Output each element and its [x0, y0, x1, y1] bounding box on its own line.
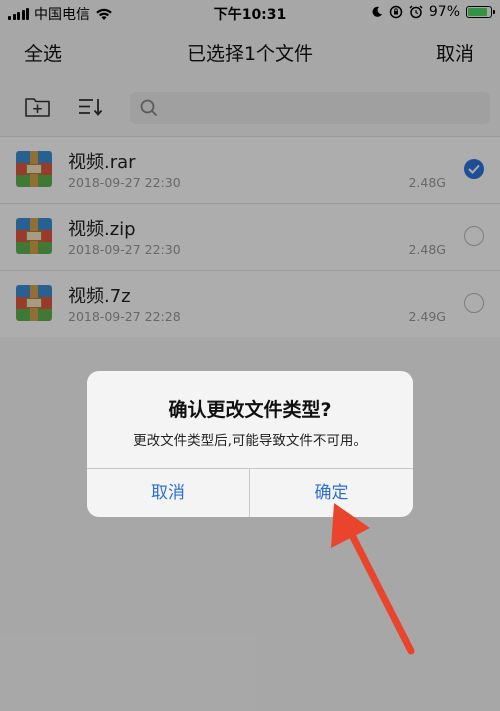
dialog-confirm-button[interactable]: 确定	[250, 469, 413, 517]
dialog-title: 确认更改文件类型?	[168, 399, 332, 421]
modal-backdrop[interactable]	[0, 0, 500, 711]
dialog-message: 更改文件类型后,可能导致文件不可用。	[133, 433, 367, 449]
confirm-dialog: 确认更改文件类型? 更改文件类型后,可能导致文件不可用。 取消 确定	[87, 371, 413, 517]
dialog-cancel-button[interactable]: 取消	[87, 469, 249, 517]
